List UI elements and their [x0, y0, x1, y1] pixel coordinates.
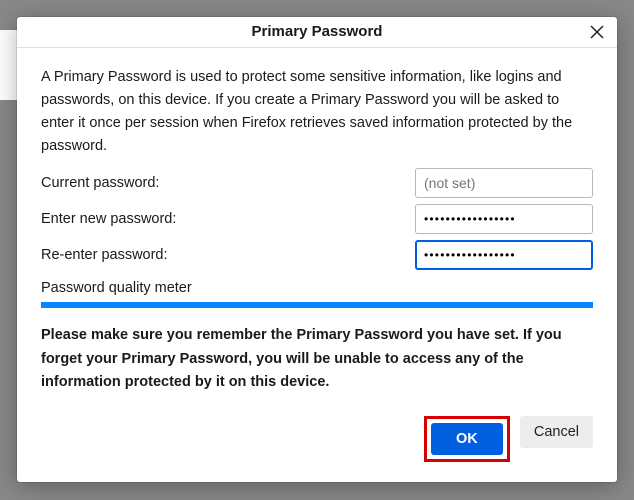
new-password-label: Enter new password: — [41, 211, 415, 227]
warning-text: Please make sure you remember the Primar… — [41, 324, 593, 394]
reenter-password-label: Re-enter password: — [41, 247, 415, 263]
cancel-button[interactable]: Cancel — [520, 416, 593, 448]
primary-password-dialog: Primary Password A Primary Password is u… — [17, 17, 617, 482]
dialog-footer: OK Cancel — [17, 404, 617, 482]
dialog-title: Primary Password — [252, 23, 383, 40]
dialog-description: A Primary Password is used to protect so… — [41, 66, 593, 159]
dialog-body: A Primary Password is used to protect so… — [17, 48, 617, 404]
ok-button[interactable]: OK — [431, 423, 503, 455]
ok-highlight-box: OK — [424, 416, 510, 462]
reenter-password-input[interactable]: ••••••••••••••••• — [415, 240, 593, 270]
password-quality-meter — [41, 302, 593, 308]
password-quality-label: Password quality meter — [41, 280, 593, 296]
reenter-password-row: Re-enter password: ••••••••••••••••• — [41, 240, 593, 270]
dialog-header: Primary Password — [17, 17, 617, 48]
new-password-row: Enter new password: ••••••••••••••••• — [41, 204, 593, 234]
close-button[interactable] — [587, 22, 607, 42]
current-password-input[interactable]: (not set) — [415, 168, 593, 198]
current-password-row: Current password: (not set) — [41, 168, 593, 198]
current-password-label: Current password: — [41, 175, 415, 191]
new-password-input[interactable]: ••••••••••••••••• — [415, 204, 593, 234]
close-icon — [590, 25, 604, 39]
